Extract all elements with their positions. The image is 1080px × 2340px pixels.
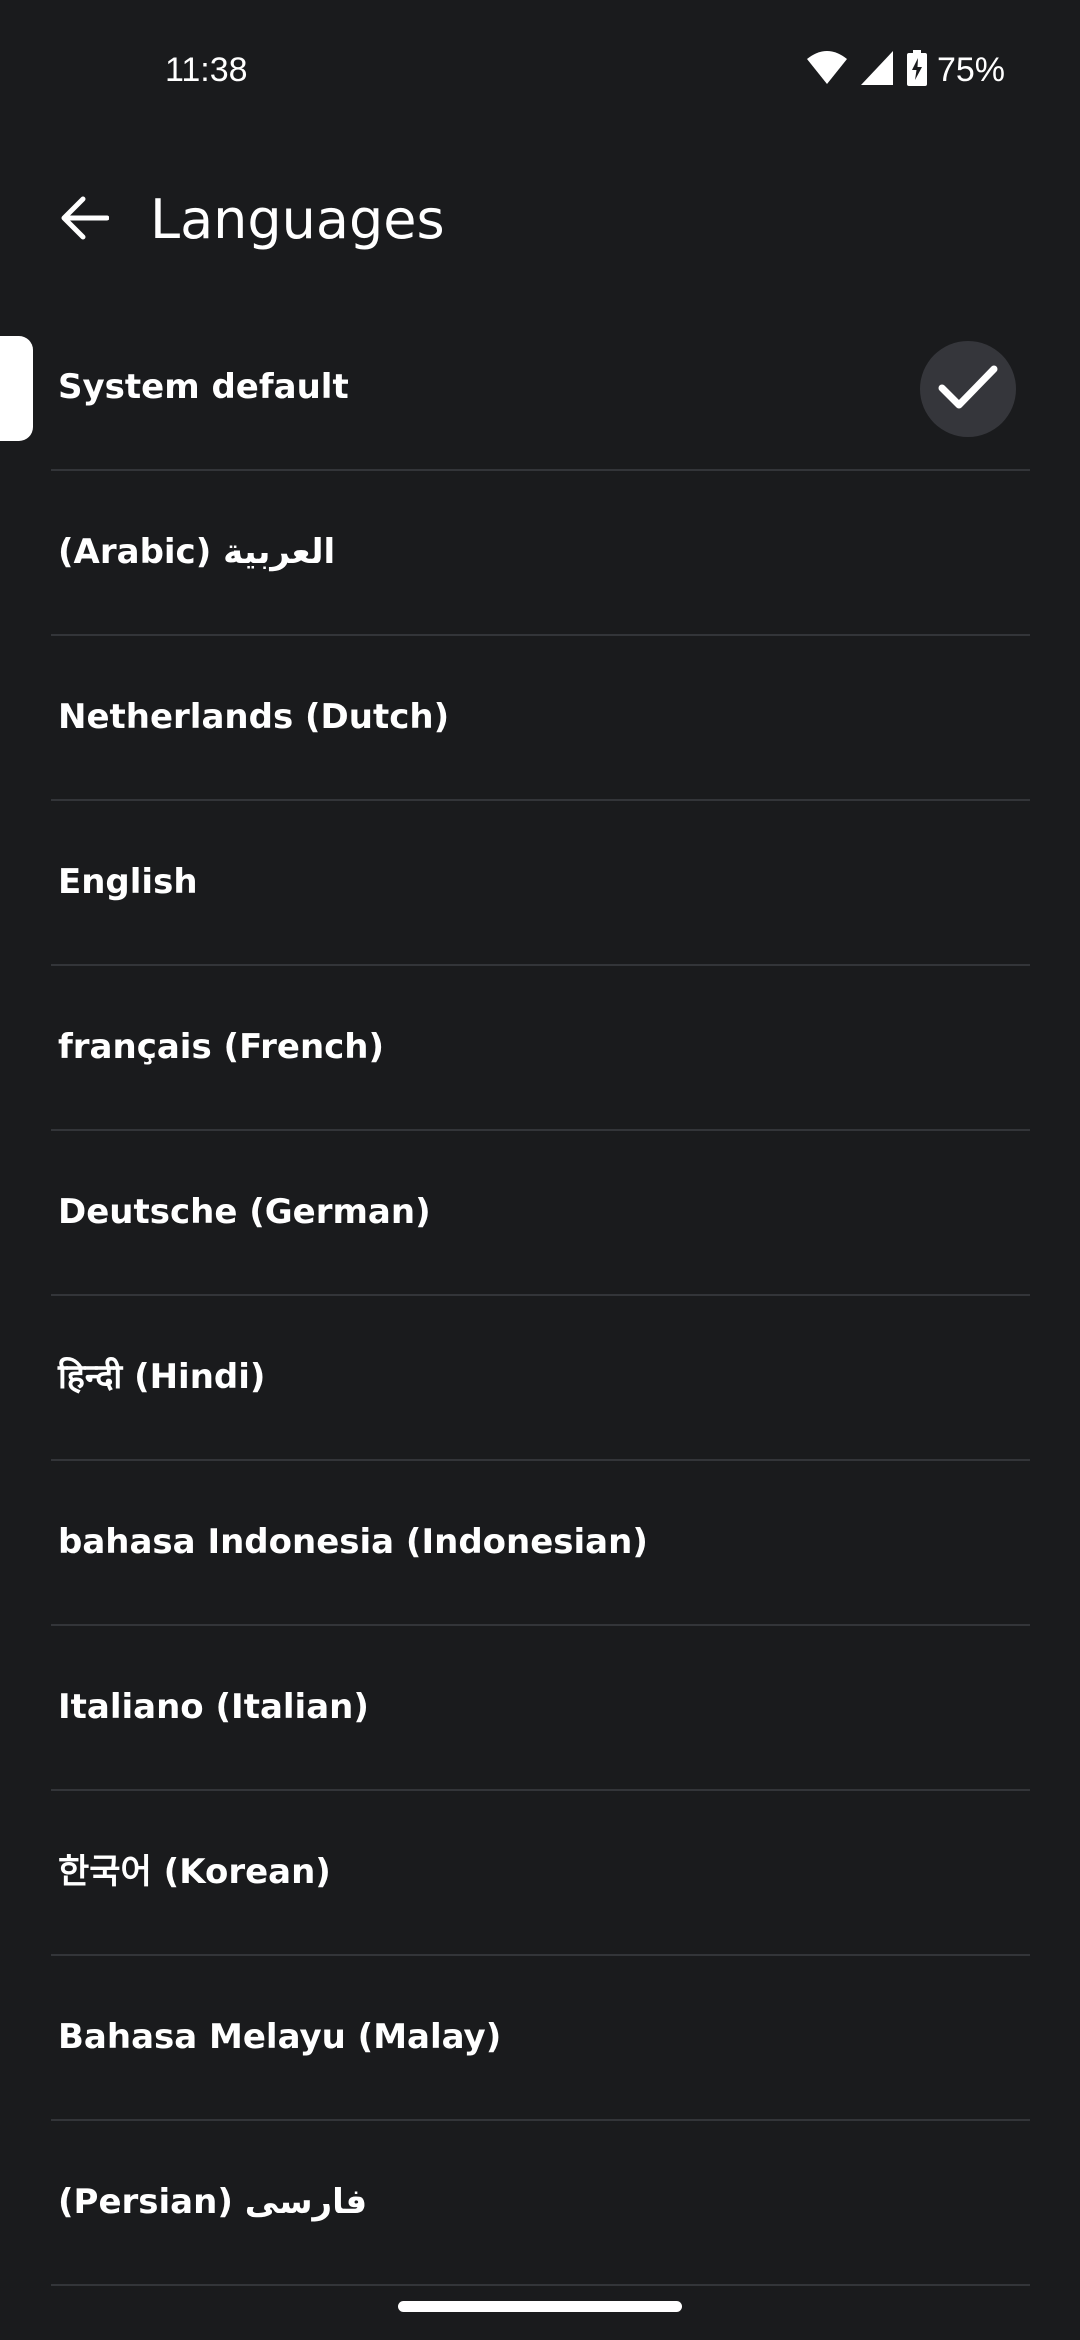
language-item-dutch[interactable]: Netherlands (Dutch) <box>51 636 1030 801</box>
language-label: Bahasa Melayu (Malay) <box>58 2017 502 2057</box>
status-time: 11:38 <box>165 51 248 89</box>
wifi-icon <box>806 51 847 89</box>
language-label: Netherlands (Dutch) <box>58 697 450 737</box>
language-label: English <box>58 862 198 902</box>
language-item-korean[interactable]: 한국어 (Korean) <box>51 1791 1030 1956</box>
language-item-english[interactable]: English <box>51 801 1030 966</box>
battery-percent: 75% <box>936 50 1005 89</box>
language-item-french[interactable]: français (French) <box>51 966 1030 1131</box>
language-label: (Persian) فارسى <box>58 2182 368 2222</box>
status-icons: 75% <box>806 46 1005 94</box>
language-label: Deutsche (German) <box>58 1192 431 1232</box>
language-item-arabic[interactable]: (Arabic) العربية <box>51 471 1030 636</box>
language-label: Italiano (Italian) <box>58 1687 369 1727</box>
language-item-system-default[interactable]: System default <box>51 306 1030 471</box>
app-bar: Languages <box>0 160 1080 280</box>
home-indicator[interactable] <box>398 2301 682 2312</box>
signal-icon <box>860 51 893 89</box>
language-item-german[interactable]: Deutsche (German) <box>51 1131 1030 1296</box>
language-item-italian[interactable]: Italiano (Italian) <box>51 1626 1030 1791</box>
language-label: System default <box>58 367 349 407</box>
language-item-persian[interactable]: (Persian) فارسى <box>51 2121 1030 2286</box>
language-label: français (French) <box>58 1027 385 1067</box>
language-label: bahasa Indonesia (Indonesian) <box>58 1522 648 1562</box>
language-item-malay[interactable]: Bahasa Melayu (Malay) <box>51 1956 1030 2121</box>
back-button[interactable] <box>40 175 130 265</box>
check-icon <box>937 363 999 415</box>
selected-check-badge <box>920 341 1016 437</box>
language-label: 한국어 (Korean) <box>58 1852 331 1892</box>
language-list: System default (Arabic) العربية Netherla… <box>0 306 1080 2286</box>
language-label: हिन्दी (Hindi) <box>58 1357 266 1397</box>
language-label: (Arabic) العربية <box>58 532 336 572</box>
page-title: Languages <box>150 188 445 251</box>
language-item-hindi[interactable]: हिन्दी (Hindi) <box>51 1296 1030 1461</box>
battery-charging-icon <box>906 50 927 90</box>
language-item-indonesian[interactable]: bahasa Indonesia (Indonesian) <box>51 1461 1030 1626</box>
arrow-back-icon <box>61 196 110 244</box>
status-bar: 11:38 75% <box>0 0 1080 140</box>
